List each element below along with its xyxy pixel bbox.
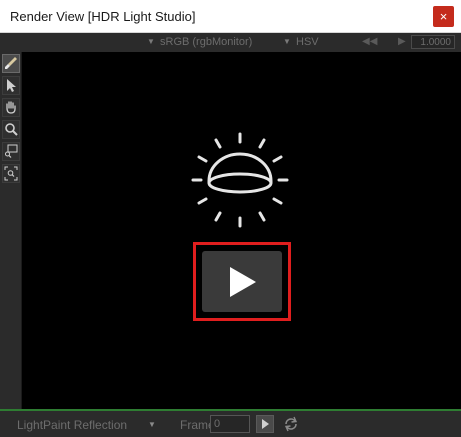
frame-input[interactable]: 0 <box>210 415 250 433</box>
window-title: Render View [HDR Light Studio] <box>10 9 196 24</box>
loop-button[interactable] <box>282 415 300 433</box>
select-arrow-icon <box>7 79 16 92</box>
color-space-select[interactable]: sRGB (rgbMonitor) <box>160 36 252 48</box>
zoom-fit-icon <box>4 166 18 181</box>
zoom-region-tool[interactable] <box>2 142 20 161</box>
play-small-icon <box>262 419 269 429</box>
status-bar: LightPaint Reflection ▼ Frame 0 <box>0 411 461 437</box>
play-icon <box>230 267 256 297</box>
layer-dropdown-icon[interactable]: ▼ <box>148 420 156 429</box>
zoom-icon <box>5 123 18 136</box>
view-toolbar: ▼ sRGB (rgbMonitor) ▼ HSV ◀◀ ▶ 1.0000 <box>0 33 461 52</box>
exposure-step-icon[interactable]: ▶ <box>398 36 406 47</box>
exposure-slider-icon[interactable]: ◀◀ <box>362 36 377 47</box>
color-mode-select[interactable]: HSV <box>296 36 319 48</box>
color-space-dropdown-icon[interactable]: ▼ <box>147 37 155 46</box>
play-frame-button[interactable] <box>256 415 274 433</box>
start-render-play-button[interactable] <box>202 251 282 312</box>
select-tool[interactable] <box>2 76 20 95</box>
paint-brush-icon <box>5 57 17 69</box>
title-bar: Render View [HDR Light Studio] × <box>0 0 461 33</box>
zoom-region-icon <box>5 144 18 158</box>
close-button[interactable]: × <box>433 6 454 27</box>
layer-select[interactable]: LightPaint Reflection <box>17 418 127 432</box>
zoom-fit-tool[interactable] <box>2 164 20 183</box>
tool-strip <box>0 52 22 410</box>
exposure-value-field[interactable]: 1.0000 <box>411 35 455 49</box>
render-viewport[interactable] <box>22 52 461 410</box>
hdr-light-dome-icon <box>191 132 289 228</box>
loop-icon <box>284 416 298 432</box>
color-mode-dropdown-icon[interactable]: ▼ <box>283 37 291 46</box>
paint-brush-tool[interactable] <box>2 54 20 73</box>
viewport-canvas <box>191 132 289 228</box>
pan-tool[interactable] <box>2 98 20 117</box>
pan-hand-icon <box>6 101 16 114</box>
zoom-tool[interactable] <box>2 120 20 139</box>
